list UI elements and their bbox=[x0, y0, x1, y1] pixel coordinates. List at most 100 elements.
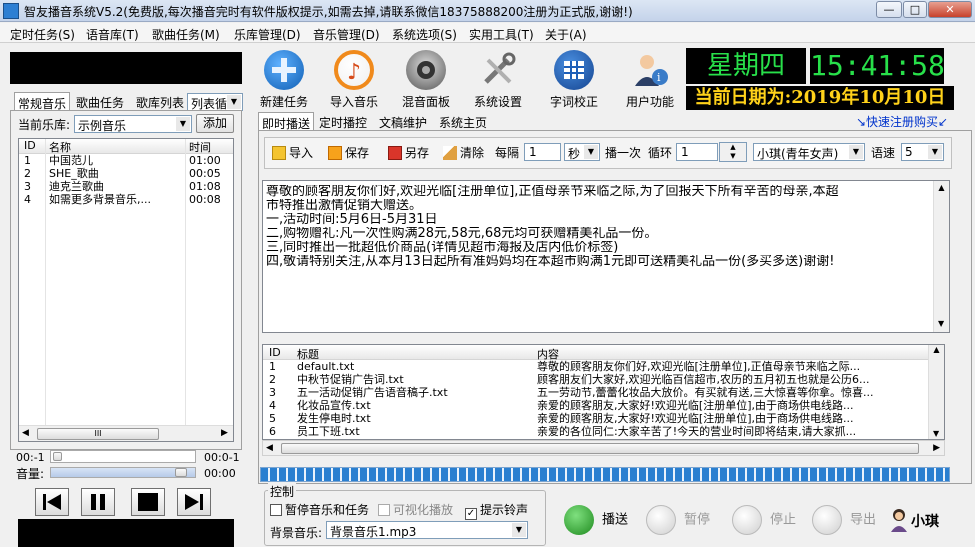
clear-button[interactable]: 清除 bbox=[443, 144, 484, 161]
visual-play-checkbox[interactable]: 可视化播放 bbox=[378, 501, 453, 518]
import-button[interactable]: 导入 bbox=[272, 144, 313, 161]
app-logo-icon bbox=[3, 3, 19, 19]
save-icon bbox=[328, 146, 342, 160]
list-item[interactable]: 2 SHE_歌曲 00:05 bbox=[19, 167, 233, 180]
broadcast-button[interactable]: 播送 bbox=[564, 505, 628, 535]
scroll-right-icon[interactable]: ▶ bbox=[933, 443, 940, 453]
mixer-panel-button[interactable]: 混音面板 bbox=[396, 50, 456, 110]
menu-about[interactable]: 关于(A) bbox=[545, 26, 587, 43]
script-file-list[interactable]: ID 标题 内容 1 default.txt 尊敬的顾客朋友你们好,欢迎光临[注册单… bbox=[262, 344, 945, 440]
file-title: default.txt bbox=[297, 360, 355, 373]
list-item[interactable]: 3 迪克兰歌曲 01:08 bbox=[19, 180, 233, 193]
tab-scheduled-broadcast[interactable]: 定时播控 bbox=[316, 112, 370, 130]
export-button[interactable]: 导出 bbox=[812, 505, 876, 535]
ringtone-checkbox[interactable]: ✓ 提示铃声 bbox=[465, 501, 528, 520]
next-button[interactable] bbox=[177, 488, 211, 516]
interval-input[interactable]: 1 bbox=[524, 143, 561, 161]
menu-music-manage[interactable]: 音乐管理(D) bbox=[313, 26, 380, 43]
add-library-button[interactable]: 添加 bbox=[196, 114, 234, 133]
scroll-thumb[interactable]: III bbox=[37, 428, 159, 440]
scroll-up-icon[interactable]: ▲ bbox=[929, 345, 944, 354]
broadcast-text-editor[interactable]: 尊敬的顾客朋友你们好,欢迎光临[注册单位],正值母亲节来临之际,为了回报天下所有… bbox=[262, 180, 950, 333]
spin-down-icon[interactable]: ▼ bbox=[720, 152, 746, 161]
voice-select[interactable]: 小琪(青年女声) ▼ bbox=[753, 143, 865, 161]
quick-register-link[interactable]: ↘快速注册购买↙ bbox=[856, 113, 948, 130]
minimize-button[interactable]: — bbox=[876, 1, 902, 18]
menu-voice-library[interactable]: 语音库(T) bbox=[86, 26, 139, 43]
previous-button[interactable] bbox=[35, 488, 69, 516]
table-row[interactable]: 6 员工下班.txt 亲爱的各位同仁:大家辛苦了!今天的营业时间即将结束,请大家抓.… bbox=[263, 425, 944, 438]
close-button[interactable]: ✕ bbox=[928, 1, 972, 18]
pause-broadcast-button[interactable]: 暂停 bbox=[646, 505, 710, 535]
text-scrollbar[interactable]: ▲ ▼ bbox=[933, 181, 949, 332]
song-id: 3 bbox=[24, 180, 31, 193]
scroll-down-icon[interactable]: ▼ bbox=[933, 429, 939, 438]
menu-system-options[interactable]: 系统选项(S) bbox=[392, 26, 457, 43]
volume-slider[interactable] bbox=[50, 467, 196, 478]
loop-spinner[interactable]: ▲ ▼ bbox=[719, 142, 747, 162]
list-item[interactable]: 1 中国范儿 01:00 bbox=[19, 154, 233, 167]
stop-icon bbox=[732, 505, 762, 535]
table-row[interactable]: 2 中秋节促销广告词.txt 顾客朋友们大家好,欢迎光临百信超市,农历的五月初五也就… bbox=[263, 373, 944, 386]
scroll-up-icon[interactable]: ▲ bbox=[934, 181, 949, 195]
checkbox-icon bbox=[270, 504, 282, 516]
file-list-scrollbar[interactable]: ▲ ▼ bbox=[928, 345, 944, 439]
file-list-hscrollbar[interactable]: ◀ ▶ bbox=[262, 440, 945, 456]
scroll-left-icon[interactable]: ◀ bbox=[22, 428, 29, 438]
new-task-button[interactable]: 新建任务 bbox=[254, 50, 314, 110]
list-item[interactable]: 4 如需更多背景音乐,... 00:08 bbox=[19, 193, 233, 206]
tab-library-list[interactable]: 歌库列表 bbox=[133, 92, 187, 111]
music-list[interactable]: ID 名称 时间 1 中国范儿 01:00 2 SHE_歌曲 00:05 3 迪克兰歌曲 0… bbox=[18, 138, 234, 442]
stop-broadcast-button[interactable]: 停止 bbox=[732, 505, 796, 535]
position-end: 00:0-1 bbox=[204, 451, 240, 464]
tab-song-tasks[interactable]: 歌曲任务 bbox=[73, 92, 127, 111]
position-thumb[interactable] bbox=[53, 452, 62, 461]
table-row[interactable]: 3 五一活动促销广告语音稿子.txt 五一劳动节,蕾蕾化妆品大放价。有买就有送,三大… bbox=[263, 386, 944, 399]
checkbox-icon bbox=[378, 504, 390, 516]
volume-thumb[interactable] bbox=[175, 468, 187, 477]
pause-button[interactable] bbox=[81, 488, 115, 516]
bg-music-select[interactable]: 背景音乐1.mp3 ▼ bbox=[326, 521, 528, 539]
window-title: 智友播音系统V5.2(免费版,每次播音完时有软件版权提示,如需去掉,请联系微信1… bbox=[24, 5, 633, 19]
menu-song-tasks[interactable]: 歌曲任务(M) bbox=[152, 26, 220, 43]
library-select[interactable]: 示例音乐 ▼ bbox=[74, 115, 192, 133]
music-note-icon: ♪ bbox=[334, 50, 374, 90]
horizontal-scrollbar[interactable]: ◀ III ▶ bbox=[19, 425, 233, 441]
scroll-thumb[interactable] bbox=[281, 443, 919, 454]
tab-system-home[interactable]: 系统主页 bbox=[436, 112, 490, 130]
save-as-button[interactable]: 另存 bbox=[388, 144, 429, 161]
table-row[interactable]: 4 化妆品宣传.txt 亲爱的顾客朋友,大家好!欢迎光临[注册单位],由于商场供电线… bbox=[263, 399, 944, 412]
user-functions-button[interactable]: i 用户功能 bbox=[620, 50, 680, 110]
tab-script-maintain[interactable]: 文稿维护 bbox=[376, 112, 430, 130]
table-row[interactable]: 5 发生停电时.txt 亲爱的顾客朋友,大家好!欢迎光临[注册单位],由于商场供电线… bbox=[263, 412, 944, 425]
tab-regular-music[interactable]: 常规音乐 bbox=[14, 92, 71, 111]
scroll-right-icon[interactable]: ▶ bbox=[221, 428, 228, 438]
visual-play-label: 可视化播放 bbox=[393, 503, 454, 517]
song-id: 4 bbox=[24, 193, 31, 206]
save-button[interactable]: 保存 bbox=[328, 144, 369, 161]
loop-mode-select[interactable]: 列表循 ▼ bbox=[187, 93, 243, 111]
menu-scheduled-tasks[interactable]: 定时任务(S) bbox=[10, 26, 75, 43]
position-slider[interactable] bbox=[50, 450, 196, 463]
scroll-left-icon[interactable]: ◀ bbox=[266, 443, 273, 453]
import-music-label: 导入音乐 bbox=[329, 95, 378, 109]
menu-tools[interactable]: 实用工具(T) bbox=[469, 26, 534, 43]
table-row[interactable]: 1 default.txt 尊敬的顾客朋友你们好,欢迎光临[注册单位],正值母亲节来… bbox=[263, 360, 944, 373]
file-list-header: ID 标题 内容 bbox=[263, 345, 944, 361]
word-correction-button[interactable]: 字词校正 bbox=[544, 50, 604, 110]
import-music-button[interactable]: ♪ 导入音乐 bbox=[324, 50, 384, 110]
maximize-button[interactable]: □ bbox=[903, 1, 927, 18]
check-icon: ✓ bbox=[465, 508, 477, 520]
bg-music-label: 背景音乐: bbox=[270, 526, 323, 540]
tab-instant-broadcast[interactable]: 即时播送 bbox=[258, 112, 315, 131]
loop-count-input[interactable]: 1 bbox=[676, 143, 718, 161]
interval-unit-select[interactable]: 秒 ▼ bbox=[564, 143, 600, 161]
pause-music-checkbox[interactable]: 暂停音乐和任务 bbox=[270, 501, 369, 518]
stop-button[interactable] bbox=[131, 488, 165, 516]
song-name: SHE_歌曲 bbox=[49, 167, 99, 180]
scroll-down-icon[interactable]: ▼ bbox=[938, 317, 944, 331]
system-settings-button[interactable]: 系统设置 bbox=[468, 50, 528, 110]
speed-select[interactable]: 5 ▼ bbox=[901, 143, 944, 161]
spin-up-icon[interactable]: ▲ bbox=[720, 143, 746, 152]
menu-library-manage[interactable]: 乐库管理(D) bbox=[234, 26, 301, 43]
